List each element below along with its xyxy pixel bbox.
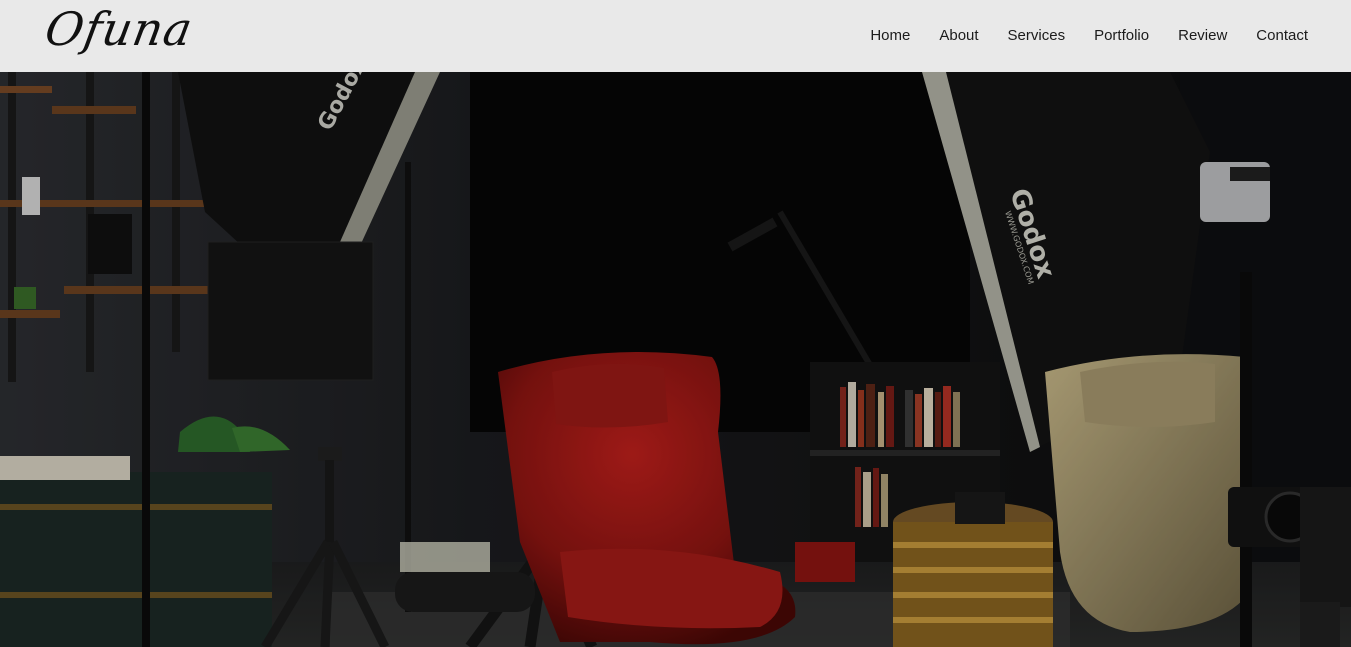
studio-photo: Godox Godox WWW.GODOX.COM — [0, 72, 1351, 647]
nav-portfolio-link[interactable]: Portfolio — [1094, 26, 1149, 46]
nav-about-link[interactable]: About — [939, 26, 978, 46]
logo[interactable]: Ofuna — [41, 2, 197, 56]
nav-home-link[interactable]: Home — [870, 26, 910, 46]
light-stand-right — [1240, 272, 1252, 647]
nav-services-link[interactable]: Services — [1008, 26, 1066, 46]
light-stand-left — [142, 72, 150, 647]
main-nav: Home About Services Portfolio Review Con… — [870, 26, 1308, 46]
nav-review-link[interactable]: Review — [1178, 26, 1227, 46]
beige-chair — [1045, 354, 1250, 632]
wooden-side-table — [893, 492, 1053, 647]
site-header: Ofuna Home About Services Portfolio Revi… — [0, 0, 1351, 72]
hero-banner: Godox Godox WWW.GODOX.COM — [0, 72, 1351, 647]
nav-contact-link[interactable]: Contact — [1256, 26, 1308, 46]
